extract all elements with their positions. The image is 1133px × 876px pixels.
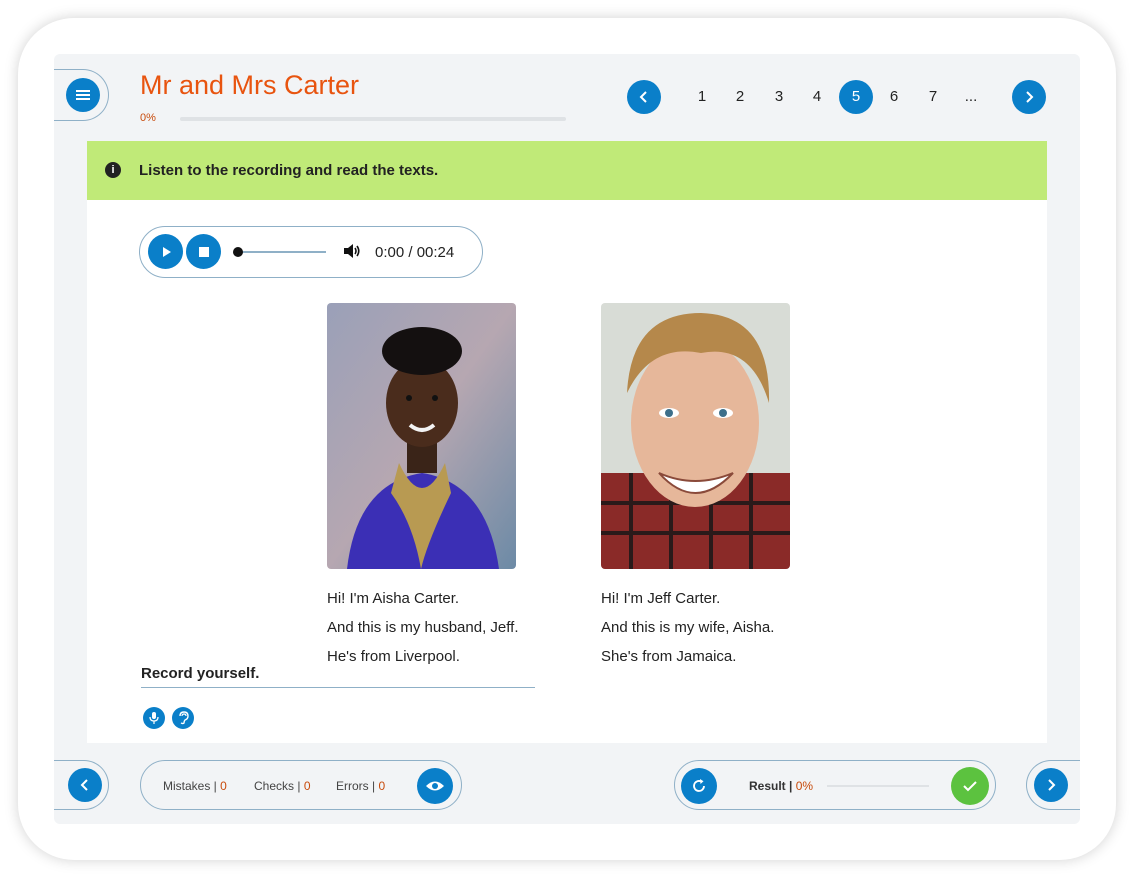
play-button[interactable] (148, 234, 183, 269)
mistakes-value: 0 (220, 779, 227, 793)
progress-percent: 0% (140, 112, 156, 124)
eye-icon (426, 781, 444, 791)
next-exercise-button[interactable] (1034, 768, 1068, 802)
checks-label: Checks | (254, 779, 301, 793)
errors-stat: Errors | 0 (336, 779, 385, 793)
record-label: Record yourself. (141, 665, 260, 682)
divider (141, 687, 535, 688)
seek-handle[interactable] (233, 247, 243, 257)
result-value: 0% (795, 779, 814, 793)
menu-icon (76, 90, 90, 100)
ear-icon (179, 711, 189, 725)
chevron-left-icon (639, 91, 647, 103)
menu-button[interactable] (66, 78, 100, 112)
page-item[interactable]: ... (954, 80, 988, 114)
text-line: He's from Liverpool. (327, 648, 460, 665)
app-screen: Mr and Mrs Carter 0% i Listen to the rec… (54, 54, 1080, 824)
text-line: And this is my wife, Aisha. (601, 619, 775, 636)
errors-label: Errors | (336, 779, 376, 793)
check-answers-button[interactable] (951, 767, 989, 805)
check-icon (963, 781, 977, 792)
instruction-text: Listen to the recording and read the tex… (139, 162, 439, 179)
text-line: She's from Jamaica. (601, 648, 737, 665)
play-icon (162, 246, 171, 257)
result-label: Result | (749, 779, 793, 793)
page-item[interactable]: 2 (723, 80, 757, 114)
photo-aisha (327, 303, 516, 569)
audio-player: 0:00 / 00:24 (139, 226, 483, 278)
text-line: Hi! I'm Jeff Carter. (601, 590, 721, 607)
listen-recording-button[interactable] (172, 707, 194, 729)
menu-wrap (54, 69, 109, 121)
exercise-content: 0:00 / 00:24 Record yourself. Hi! I'm Ai… (87, 200, 1047, 743)
previous-exercise-wrap (54, 760, 109, 810)
chevron-right-icon (1026, 91, 1034, 103)
result-panel: Result | 0% (674, 760, 996, 810)
mistakes-stat: Mistakes | 0 (163, 779, 227, 793)
result-stat: Result | 0% (749, 779, 813, 793)
volume-icon[interactable] (342, 241, 362, 261)
time-display: 0:00 / 00:24 (375, 244, 455, 261)
seek-bar[interactable] (236, 251, 326, 253)
reset-button[interactable] (681, 768, 717, 804)
checks-stat: Checks | 0 (254, 779, 311, 793)
record-button[interactable] (143, 707, 165, 729)
result-bar (827, 785, 929, 787)
refresh-icon (693, 779, 705, 792)
page-item[interactable]: 6 (877, 80, 911, 114)
page-item[interactable]: 7 (916, 80, 950, 114)
next-page-button[interactable] (1012, 80, 1046, 114)
stop-icon (198, 246, 209, 257)
stats-panel: Mistakes | 0 Checks | 0 Errors | 0 (140, 760, 462, 810)
page-item[interactable]: 5 (839, 80, 873, 114)
mistakes-label: Mistakes | (163, 779, 217, 793)
page-item[interactable]: 3 (762, 80, 796, 114)
instruction-banner: i Listen to the recording and read the t… (87, 141, 1047, 200)
page-title: Mr and Mrs Carter (140, 70, 360, 100)
chevron-right-icon (1048, 779, 1056, 791)
prev-page-button[interactable] (627, 80, 661, 114)
progress-bar (180, 117, 566, 121)
photo-jeff (601, 303, 790, 569)
microphone-icon (149, 712, 159, 724)
text-line: And this is my husband, Jeff. (327, 619, 519, 636)
page-item[interactable]: 4 (800, 80, 834, 114)
page-item[interactable]: 1 (685, 80, 719, 114)
info-icon: i (105, 162, 121, 178)
stop-button[interactable] (186, 234, 221, 269)
text-line: Hi! I'm Aisha Carter. (327, 590, 460, 607)
errors-value: 0 (378, 779, 386, 793)
checks-value: 0 (303, 779, 311, 793)
show-answers-button[interactable] (417, 768, 453, 804)
